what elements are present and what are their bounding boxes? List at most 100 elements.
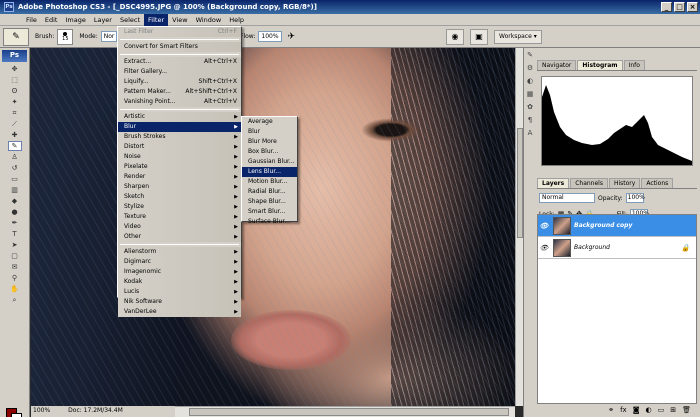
menu-item-pattern-maker[interactable]: Pattern Maker... Alt+Shift+Ctrl+X bbox=[118, 87, 241, 97]
tab-history[interactable]: History bbox=[608, 178, 641, 188]
menu-item-radial-blur[interactable]: Radial Blur... bbox=[242, 187, 297, 197]
tab-layers[interactable]: Layers bbox=[537, 178, 570, 188]
slice-tool-icon[interactable]: ⟋ bbox=[8, 119, 22, 129]
dodge-tool-icon[interactable]: ● bbox=[8, 207, 22, 217]
brushes-panel-icon[interactable]: ✎ bbox=[525, 51, 535, 61]
styles-icon[interactable]: ✿ bbox=[525, 103, 535, 113]
menu-help[interactable]: Help bbox=[225, 14, 248, 26]
menu-item-digimarc[interactable]: Digimarc ▶ bbox=[118, 257, 241, 267]
menu-layer[interactable]: Layer bbox=[90, 14, 116, 26]
menu-item-pixelate[interactable]: Pixelate ▶ bbox=[118, 162, 241, 172]
menu-item-convert-for-smart-filters[interactable]: Convert for Smart Filters bbox=[118, 42, 241, 52]
menu-edit[interactable]: Edit bbox=[41, 14, 62, 26]
menu-item-blur-more[interactable]: Blur More bbox=[242, 137, 297, 147]
menu-item-distort[interactable]: Distort ▶ bbox=[118, 142, 241, 152]
type-tool-icon[interactable]: T bbox=[8, 229, 22, 239]
menu-item-blur[interactable]: Blur ▶ bbox=[118, 122, 241, 132]
menu-item-kodak[interactable]: Kodak ▶ bbox=[118, 277, 241, 287]
brush-picker[interactable]: 15 bbox=[57, 28, 74, 45]
menu-item-render[interactable]: Render ▶ bbox=[118, 172, 241, 182]
paragraph-icon[interactable]: ¶ bbox=[525, 116, 535, 126]
history-brush-tool-icon[interactable]: ↺ bbox=[8, 163, 22, 173]
trash-icon[interactable]: 🗑 bbox=[682, 406, 691, 416]
tab-navigator[interactable]: Navigator bbox=[537, 60, 577, 70]
hand-tool-icon[interactable]: ✋ bbox=[8, 284, 22, 294]
lasso-tool-icon[interactable]: ʘ bbox=[8, 86, 22, 96]
pen-tool-icon[interactable]: ✒ bbox=[8, 218, 22, 228]
swatches-icon[interactable]: ▦ bbox=[525, 90, 535, 100]
layer-name[interactable]: Background bbox=[574, 244, 610, 251]
menu-item-motion-blur[interactable]: Motion Blur... bbox=[242, 177, 297, 187]
tab-histogram[interactable]: Histogram bbox=[577, 60, 623, 70]
airbrush-icon[interactable]: ✈ bbox=[288, 32, 296, 42]
gradient-tool-icon[interactable]: ▥ bbox=[8, 185, 22, 195]
tablet-pressure-icon[interactable]: ◉ bbox=[446, 28, 464, 45]
path-selection-tool-icon[interactable]: ➤ bbox=[8, 240, 22, 250]
opacity-field[interactable]: 100% bbox=[625, 193, 645, 203]
menu-item-nik-software[interactable]: Nik Software ▶ bbox=[118, 297, 241, 307]
vertical-scrollbar[interactable] bbox=[515, 48, 523, 406]
menu-window[interactable]: Window bbox=[192, 14, 226, 26]
eyedropper-tool-icon[interactable]: ⚲ bbox=[8, 273, 22, 283]
maximize-button[interactable]: □ bbox=[674, 2, 685, 12]
menu-item-box-blur[interactable]: Box Blur... bbox=[242, 147, 297, 157]
menu-item-gaussian-blur[interactable]: Gaussian Blur... bbox=[242, 157, 297, 167]
move-tool-icon[interactable]: ✥ bbox=[8, 64, 22, 74]
menu-item-lens-blur[interactable]: Lens Blur... bbox=[242, 167, 297, 177]
fx-icon[interactable]: fx bbox=[620, 406, 627, 416]
clone-stamp-tool-icon[interactable]: ♙ bbox=[8, 152, 22, 162]
eraser-tool-icon[interactable]: ▭ bbox=[8, 174, 22, 184]
horizontal-scroll-thumb[interactable] bbox=[189, 408, 509, 416]
zoom-level[interactable]: 100% bbox=[33, 406, 50, 417]
menu-select[interactable]: Select bbox=[116, 14, 144, 26]
menu-item-filter-gallery[interactable]: Filter Gallery... bbox=[118, 67, 241, 77]
doc-size[interactable]: Doc: 17.2M/34.4M bbox=[68, 406, 123, 417]
horizontal-scrollbar[interactable] bbox=[175, 406, 515, 417]
menu-image[interactable]: Image bbox=[61, 14, 89, 26]
menu-item-brush-strokes[interactable]: Brush Strokes ▶ bbox=[118, 132, 241, 142]
menu-item-sketch[interactable]: Sketch ▶ bbox=[118, 192, 241, 202]
menu-item-video[interactable]: Video ▶ bbox=[118, 222, 241, 232]
menu-item-liquify[interactable]: Liquify... Shift+Ctrl+X bbox=[118, 77, 241, 87]
brush-tool-preset-icon[interactable]: ✎ bbox=[3, 27, 29, 46]
flow-field[interactable]: 100% bbox=[258, 31, 282, 42]
menu-item-vanishing-point[interactable]: Vanishing Point... Alt+Ctrl+V bbox=[118, 97, 241, 107]
layer-background[interactable]: 👁 Background 🔒 bbox=[538, 237, 696, 259]
layer-background-copy[interactable]: 👁 Background copy bbox=[538, 215, 696, 237]
zoom-tool-icon[interactable]: ⌕ bbox=[8, 295, 22, 305]
menu-item-smart-blur[interactable]: Smart Blur... bbox=[242, 207, 297, 217]
menu-item-average[interactable]: Average bbox=[242, 117, 297, 127]
layer-name[interactable]: Background copy bbox=[574, 222, 632, 229]
tab-actions[interactable]: Actions bbox=[641, 178, 674, 188]
link-icon[interactable]: ⚭ bbox=[608, 406, 614, 416]
menu-item-noise[interactable]: Noise ▶ bbox=[118, 152, 241, 162]
marquee-tool-icon[interactable]: ⬚ bbox=[8, 75, 22, 85]
minimize-button[interactable]: _ bbox=[661, 2, 672, 12]
shape-tool-icon[interactable]: ▢ bbox=[8, 251, 22, 261]
menu-item-artistic[interactable]: Artistic ▶ bbox=[118, 112, 241, 122]
menu-view[interactable]: View bbox=[168, 14, 191, 26]
menu-item-sharpen[interactable]: Sharpen ▶ bbox=[118, 182, 241, 192]
visibility-eye-icon[interactable]: 👁 bbox=[538, 222, 550, 230]
menu-item-texture[interactable]: Texture ▶ bbox=[118, 212, 241, 222]
document-canvas[interactable] bbox=[31, 48, 515, 406]
menu-item-stylize[interactable]: Stylize ▶ bbox=[118, 202, 241, 212]
character-icon[interactable]: A bbox=[525, 129, 535, 139]
menu-item-vanderlee[interactable]: VanDerLee ▶ bbox=[118, 307, 241, 317]
group-icon[interactable]: ▭ bbox=[658, 406, 665, 416]
crop-tool-icon[interactable]: ⌗ bbox=[8, 108, 22, 118]
menu-item-alienstorm[interactable]: Alienstorm ▶ bbox=[118, 247, 241, 257]
visibility-eye-icon[interactable]: 👁 bbox=[538, 244, 550, 252]
menu-item-extract[interactable]: Extract... Alt+Ctrl+X bbox=[118, 57, 241, 67]
menu-item-imagenomic[interactable]: Imagenomic ▶ bbox=[118, 267, 241, 277]
tab-info[interactable]: Info bbox=[623, 60, 645, 70]
brush-tool-icon[interactable]: ✎ bbox=[7, 141, 22, 151]
blend-mode-select[interactable]: Normal bbox=[539, 193, 595, 203]
close-button[interactable]: × bbox=[687, 2, 698, 12]
workspace-dropdown[interactable]: Workspace ▾ bbox=[494, 29, 542, 44]
menu-item-other[interactable]: Other ▶ bbox=[118, 232, 241, 242]
menu-item-surface-blur[interactable]: Surface Blur... bbox=[242, 217, 297, 227]
menu-item-lucis[interactable]: Lucis ▶ bbox=[118, 287, 241, 297]
healing-brush-tool-icon[interactable]: ✚ bbox=[8, 130, 22, 140]
bridge-icon[interactable]: ▣ bbox=[470, 28, 488, 45]
